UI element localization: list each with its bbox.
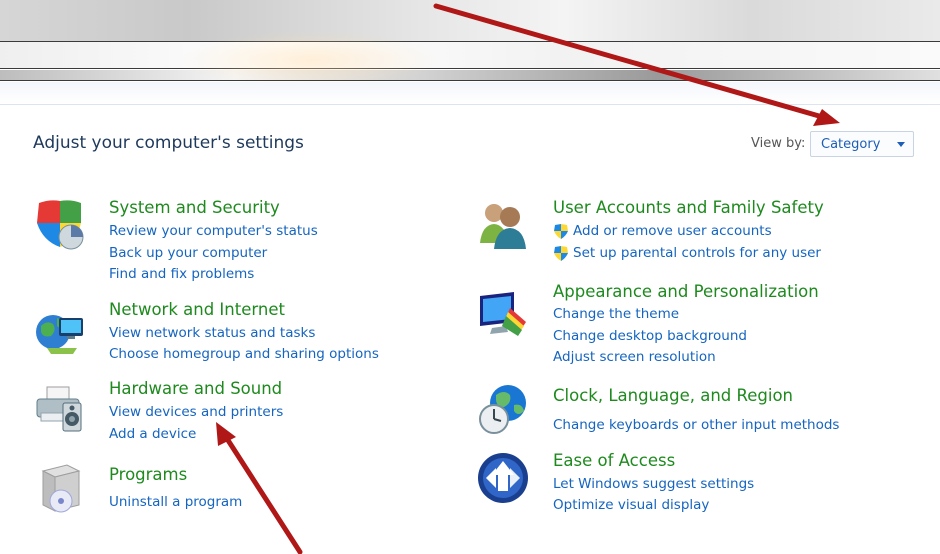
arrowhead [216, 422, 236, 446]
annotation-arrow-bottom [221, 431, 303, 554]
annotation-arrows [216, 3, 840, 554]
annotation-arrow-top [433, 3, 829, 121]
